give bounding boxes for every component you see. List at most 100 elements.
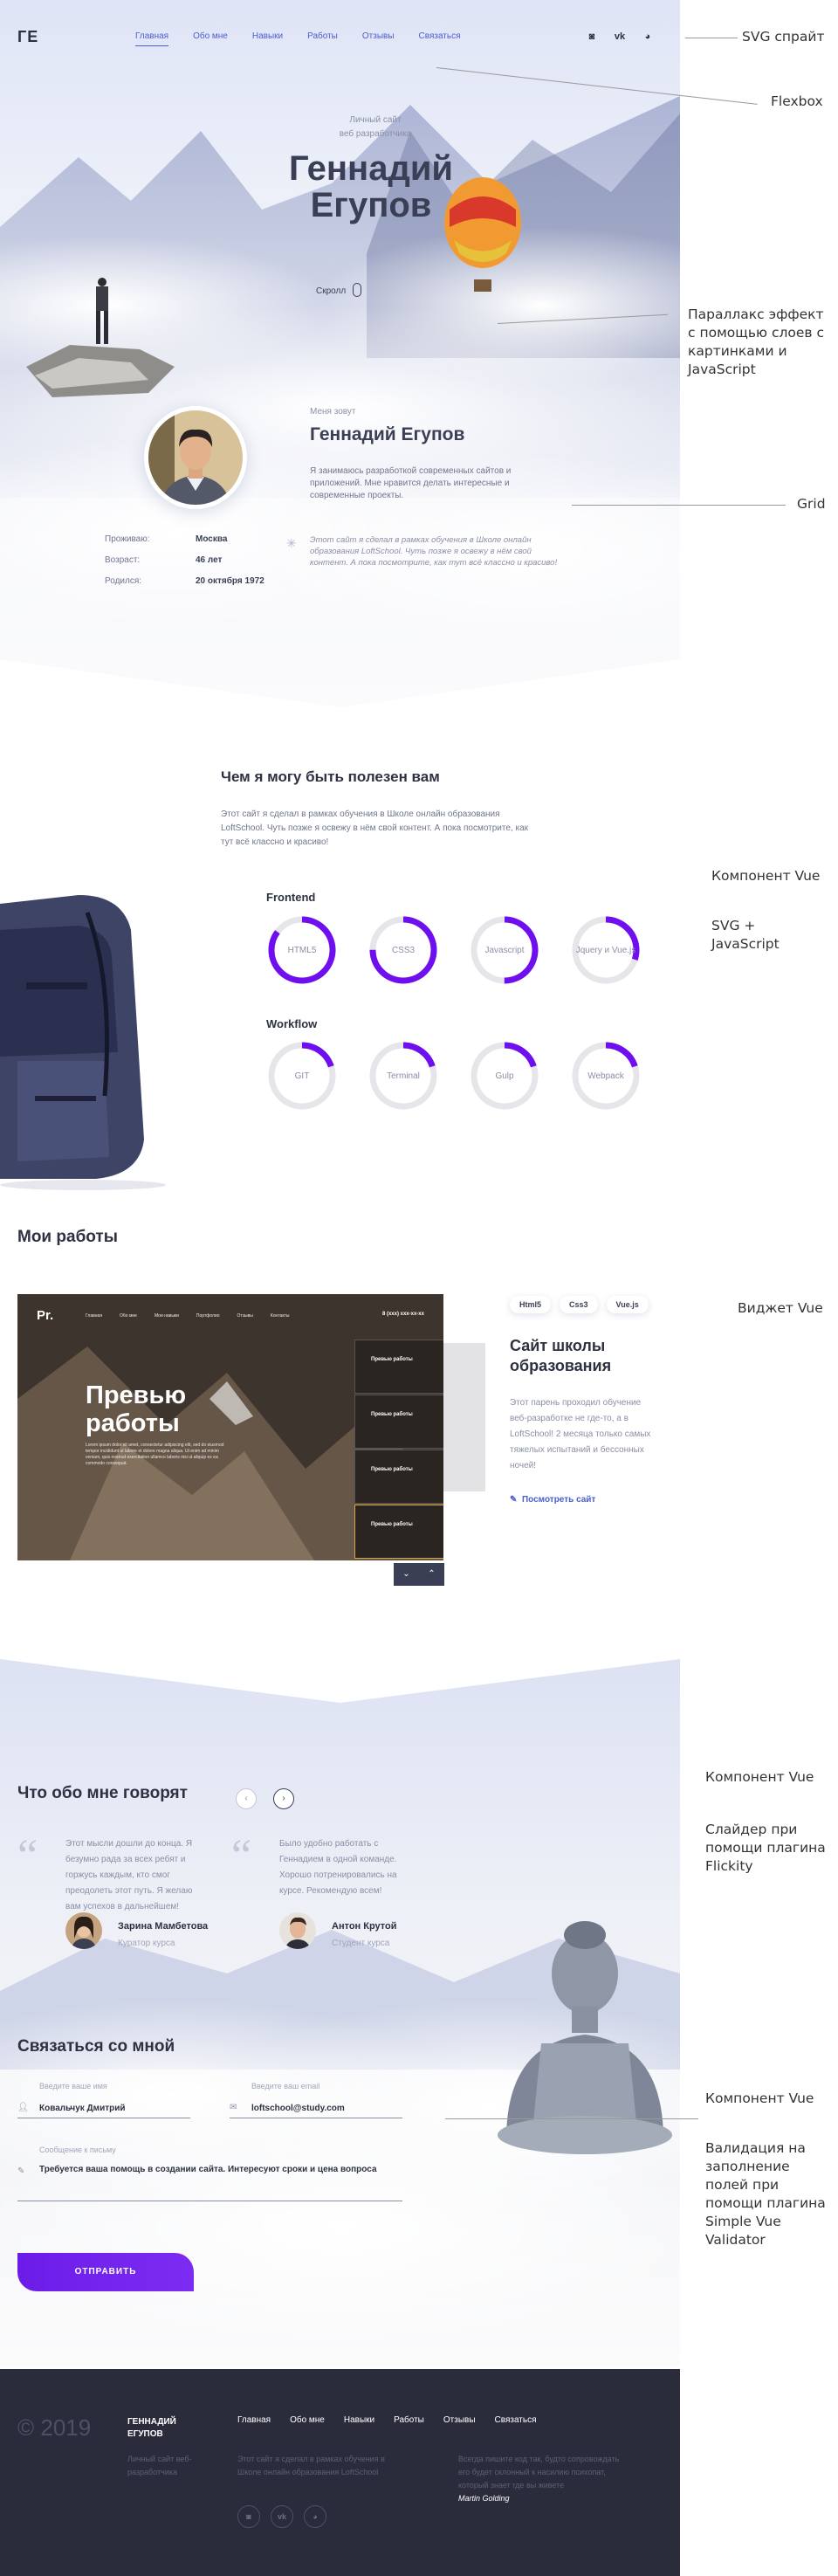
hero-last-name: Егупов xyxy=(310,186,432,224)
annotation-line xyxy=(572,505,786,506)
mail-icon: ✉ xyxy=(230,2103,237,2112)
skill-ring-label: HTML5 xyxy=(287,945,317,955)
send-button[interactable]: ОТПРАВИТЬ xyxy=(17,2253,194,2291)
preview-title-line1: Превью xyxy=(86,1381,187,1409)
review-role: Куратор курса xyxy=(118,1939,175,1948)
works-title: Мои работы xyxy=(17,1228,118,1246)
preview-phone: 8 (xxx) xxx-xx-xx xyxy=(381,1312,424,1317)
vk-icon[interactable]: vk xyxy=(613,30,627,44)
instagram-icon[interactable]: ◙ xyxy=(585,30,599,44)
thumbnail-label: Превью работы xyxy=(371,1522,413,1527)
instagram-icon[interactable]: ◙ xyxy=(237,2505,260,2528)
skill-ring: Webpack xyxy=(571,1041,641,1111)
message-field-label: Сообщение к письму xyxy=(39,2146,116,2154)
skill-ring-label: Terminal xyxy=(387,1071,420,1081)
footer-link-home[interactable]: Главная xyxy=(237,2415,271,2425)
nav-link-home[interactable]: Главная xyxy=(135,31,169,46)
skill-ring-label: Gulp xyxy=(495,1071,514,1081)
about-name: Геннадий Егупов xyxy=(310,424,465,444)
nav-link-reviews[interactable]: Отзывы xyxy=(362,31,395,46)
name-input[interactable] xyxy=(17,2104,190,2113)
hero-subtitle-line1: Личный сайт xyxy=(349,115,402,125)
quote-star-icon: ✳ xyxy=(286,536,297,550)
preview-title-line2: работы xyxy=(86,1409,180,1437)
skills-title: Чем я могу быть полезен вам xyxy=(221,768,440,785)
avatar xyxy=(144,406,247,509)
annotation-grid: Grid xyxy=(797,496,826,512)
slider-backdrop xyxy=(443,1343,485,1491)
site-logo[interactable]: ГЕ xyxy=(17,28,38,46)
main-menu: Главная Обо мне Навыки Работы Отзывы Свя… xyxy=(135,31,460,46)
github-icon[interactable]: ◕ xyxy=(641,30,655,44)
skill-ring: HTML5 xyxy=(267,915,337,985)
preview-text: Lorem ipsum dolor sit amet, consectetur … xyxy=(86,1443,224,1466)
info-value: 20 октября 1972 xyxy=(196,576,264,586)
chevron-down-icon[interactable]: ⌄ xyxy=(394,1563,419,1586)
footer-link-skills[interactable]: Навыки xyxy=(344,2415,374,2425)
site-mockup: ГЕ Главная Обо мне Навыки Работы Отзывы … xyxy=(0,0,680,2576)
annotation-vue-reviews: Компонент Vue xyxy=(705,1769,814,1785)
footer-name: ГЕННАДИЙ ЕГУПОВ xyxy=(127,2417,176,2439)
about-intro: Меня зовут xyxy=(310,407,356,417)
quote-icon: “ xyxy=(231,1831,252,1881)
email-input[interactable] xyxy=(230,2104,402,2113)
avatar-photo xyxy=(148,410,243,505)
hero-name: Геннадий Егупов xyxy=(218,150,524,224)
mouse-scroll-icon[interactable] xyxy=(353,283,361,297)
quote-icon: “ xyxy=(17,1831,38,1881)
chevron-up-icon[interactable]: ⌃ xyxy=(419,1563,444,1586)
view-site-link[interactable]: ✎ Посмотреть сайт xyxy=(510,1495,595,1505)
skill-ring: Javascript xyxy=(470,915,539,985)
email-field[interactable]: ✉ xyxy=(230,2099,402,2118)
preview-nav-item: Контакты xyxy=(270,1313,290,1319)
nav-link-skills[interactable]: Навыки xyxy=(252,31,283,46)
vk-icon[interactable]: vk xyxy=(271,2505,293,2528)
user-icon: 👤︎ xyxy=(17,2103,29,2112)
page: ГЕ Главная Обо мне Навыки Работы Отзывы … xyxy=(0,0,838,2576)
footer-quote-author: Martin Golding xyxy=(458,2494,510,2503)
review-author: Зарина Мамбетова xyxy=(118,1921,209,1932)
skill-ring: Jquery и Vue.js xyxy=(571,915,641,985)
annotation-vue-skills: Компонент Vue xyxy=(711,868,821,884)
scroll-label[interactable]: Скролл xyxy=(316,286,346,296)
footer-link-reviews[interactable]: Отзывы xyxy=(443,2415,476,2425)
annotation-svg-js: SVG + JavaScript xyxy=(711,918,780,952)
annotation-svg-sprite: SVG спрайт xyxy=(742,29,825,45)
info-label: Возраст: xyxy=(105,555,141,565)
thumbnail[interactable]: Превью работы xyxy=(354,1395,443,1449)
thumbnail[interactable]: Превью работы xyxy=(354,1450,443,1504)
review-avatar xyxy=(279,1912,316,1949)
review-text: Этот мысли дошли до конца. Я безумно рад… xyxy=(65,1839,193,1911)
preview-nav: Главная Обо мне Мои навыки Портфолио Отз… xyxy=(86,1313,289,1319)
nav-link-contact[interactable]: Связаться xyxy=(419,31,461,46)
tag: Css3 xyxy=(560,1296,598,1313)
nav-link-about[interactable]: Обо мне xyxy=(193,31,228,46)
review-role: Студент курса xyxy=(332,1939,390,1948)
contact-title: Связаться со мной xyxy=(17,2037,175,2056)
footer-link-works[interactable]: Работы xyxy=(394,2415,424,2425)
name-field[interactable]: 👤︎ xyxy=(17,2099,190,2118)
github-icon[interactable]: ◕ xyxy=(304,2505,326,2528)
message-field[interactable]: ✎ Требуется ваша помощь в создании сайта… xyxy=(17,2163,402,2201)
thumbnail-active[interactable]: Превью работы xyxy=(354,1505,443,1559)
preview-nav-item: Главная xyxy=(86,1313,103,1319)
view-site-link-label: Посмотреть сайт xyxy=(521,1495,596,1505)
annotation-slider: Слайдер при помощи плагина Flickity xyxy=(705,1822,826,1874)
message-icon: ✎ xyxy=(17,2166,25,2176)
info-value: 46 лет xyxy=(196,555,223,565)
footer-subtitle: Личный сайт веб-разработчика xyxy=(127,2455,192,2476)
preview-title: Превью работы xyxy=(86,1381,186,1437)
name-field-label: Введите ваше имя xyxy=(39,2082,107,2090)
thumbnail-label: Превью работы xyxy=(371,1412,413,1417)
footer-link-contact[interactable]: Связаться xyxy=(495,2415,537,2425)
info-row: Родился: 20 октября 1972 xyxy=(105,576,264,597)
slider-prev-button[interactable]: ‹ xyxy=(236,1788,257,1809)
annotation-parallax: Параллакс эффект с помощью слоев с карти… xyxy=(688,307,824,377)
footer-link-about[interactable]: Обо мне xyxy=(290,2415,325,2425)
message-input[interactable]: Требуется ваша помощь в создании сайта. … xyxy=(17,2163,402,2191)
slider-next-button[interactable]: › xyxy=(273,1788,294,1809)
skill-ring: Gulp xyxy=(470,1041,539,1111)
thumbnail[interactable]: Превью работы xyxy=(354,1340,443,1394)
nav-link-works[interactable]: Работы xyxy=(307,31,338,46)
annotation-vue-widget: Виджет Vue xyxy=(738,1300,823,1316)
